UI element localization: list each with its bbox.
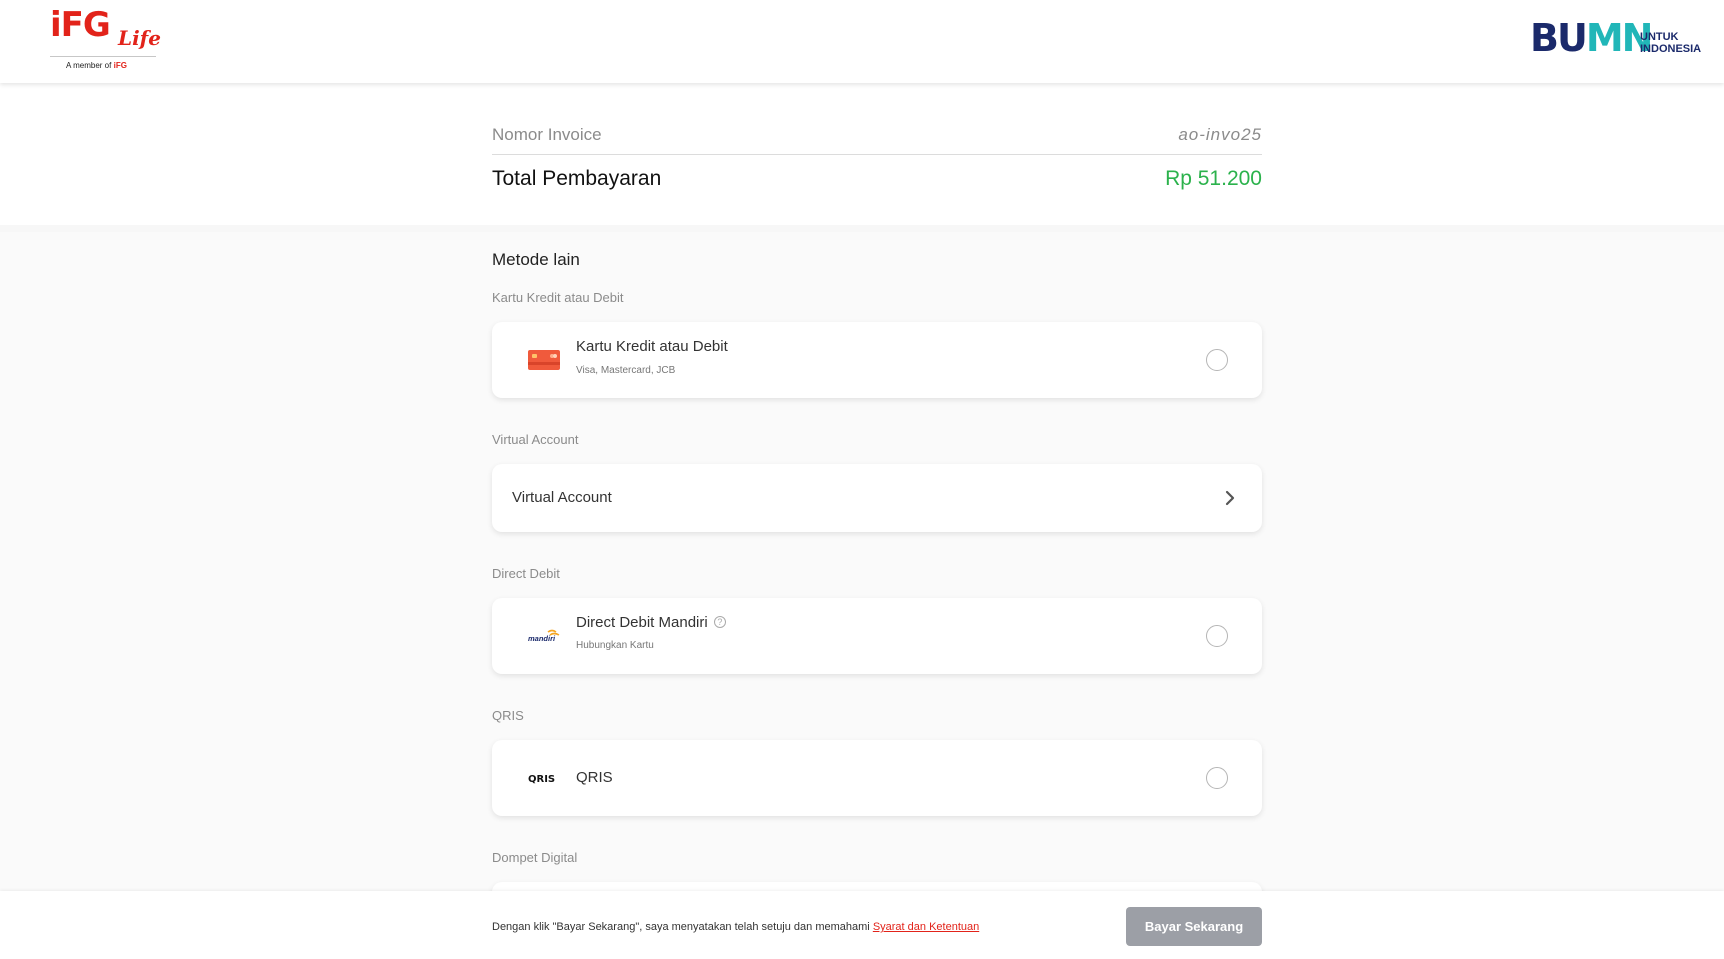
bumn-wordmark: BUMN <box>1530 16 1653 60</box>
member-brand: iFG <box>113 61 127 70</box>
member-of-label: A member of <box>66 61 112 70</box>
dd-option-title-row: Direct Debit Mandiri ? <box>576 614 726 631</box>
section-label-direct-debit: Direct Debit <box>492 566 560 581</box>
total-payment-row: Total Pembayaran Rp 51.200 <box>492 167 1262 197</box>
bumn-tagline: UNTUK INDONESIA <box>1640 31 1701 55</box>
bumn-tagline-2: INDONESIA <box>1640 43 1702 55</box>
direct-debit-mandiri-option[interactable]: mandiri Direct Debit Mandiri ? Hubungkan… <box>492 598 1262 674</box>
help-icon[interactable]: ? <box>713 616 726 628</box>
mandiri-logo-text: mandiri <box>528 634 556 643</box>
total-payment-value: Rp 51.200 <box>1165 167 1262 190</box>
pay-now-button[interactable]: Bayar Sekarang <box>1126 907 1262 946</box>
qris-option[interactable]: QRIS QRIS <box>492 740 1262 816</box>
section-label-wallet: Dompet Digital <box>492 850 578 865</box>
invoice-number-row: Nomor Invoice ao-invo25 <box>492 125 1262 155</box>
card-option-title: Kartu Kredit atau Debit <box>576 338 728 355</box>
section-label-qris: QRIS <box>492 708 524 723</box>
total-payment-label: Total Pembayaran <box>492 167 662 190</box>
card-payment-option[interactable]: Kartu Kredit atau Debit Visa, Mastercard… <box>492 322 1262 398</box>
chevron-right-icon <box>1225 490 1235 506</box>
footer-bar: Dengan klik "Bayar Sekarang", saya menya… <box>0 891 1724 959</box>
qris-option-radio[interactable] <box>1206 767 1228 789</box>
bumn-word-part-1: BU <box>1530 16 1588 60</box>
dd-option-radio[interactable] <box>1206 625 1228 647</box>
section-label-card: Kartu Kredit atau Debit <box>492 290 624 305</box>
other-methods-title: Metode lain <box>492 250 580 269</box>
card-option-radio[interactable] <box>1206 349 1228 371</box>
payment-methods: Metode lain Kartu Kredit atau Debit Kart… <box>0 232 1724 891</box>
dd-option-subtitle: Hubungkan Kartu <box>576 640 654 651</box>
invoice-number-value: ao-invo25 <box>1178 125 1262 144</box>
terms-prefix: Dengan klik "Bayar Sekarang", saya menya… <box>492 921 870 933</box>
top-header: iFG Life A member of iFG BUMN UNTUK INDO… <box>0 0 1724 83</box>
terms-text: Dengan klik "Bayar Sekarang", saya menya… <box>492 921 979 933</box>
terms-link[interactable]: Syarat dan Ketentuan <box>873 921 979 933</box>
invoice-number-label: Nomor Invoice <box>492 125 602 144</box>
credit-card-icon <box>528 350 560 370</box>
digital-wallet-option[interactable] <box>492 882 1262 891</box>
virtual-account-option[interactable]: Virtual Account <box>492 464 1262 532</box>
va-option-title: Virtual Account <box>512 489 612 506</box>
qris-logo-text: QRIS <box>528 774 555 785</box>
ifg-logo-life: Life <box>118 26 161 50</box>
qris-option-title: QRIS <box>576 769 613 786</box>
ifg-logo-mark: iFG <box>50 5 111 45</box>
mandiri-logo: mandiri <box>528 629 560 643</box>
ifg-logo-divider <box>50 56 156 57</box>
bumn-logo: BUMN UNTUK INDONESIA <box>1530 18 1710 58</box>
bumn-tagline-1: UNTUK <box>1640 31 1679 43</box>
qris-logo: QRIS <box>528 774 555 785</box>
payment-summary: Nomor Invoice ao-invo25 Total Pembayaran… <box>0 83 1724 225</box>
dd-option-title: Direct Debit Mandiri <box>576 614 708 631</box>
section-label-va: Virtual Account <box>492 432 579 447</box>
card-option-subtitle: Visa, Mastercard, JCB <box>576 365 676 376</box>
ifg-member-text: A member of iFG <box>66 61 127 70</box>
ifg-life-logo[interactable]: iFG Life A member of iFG <box>50 5 161 72</box>
